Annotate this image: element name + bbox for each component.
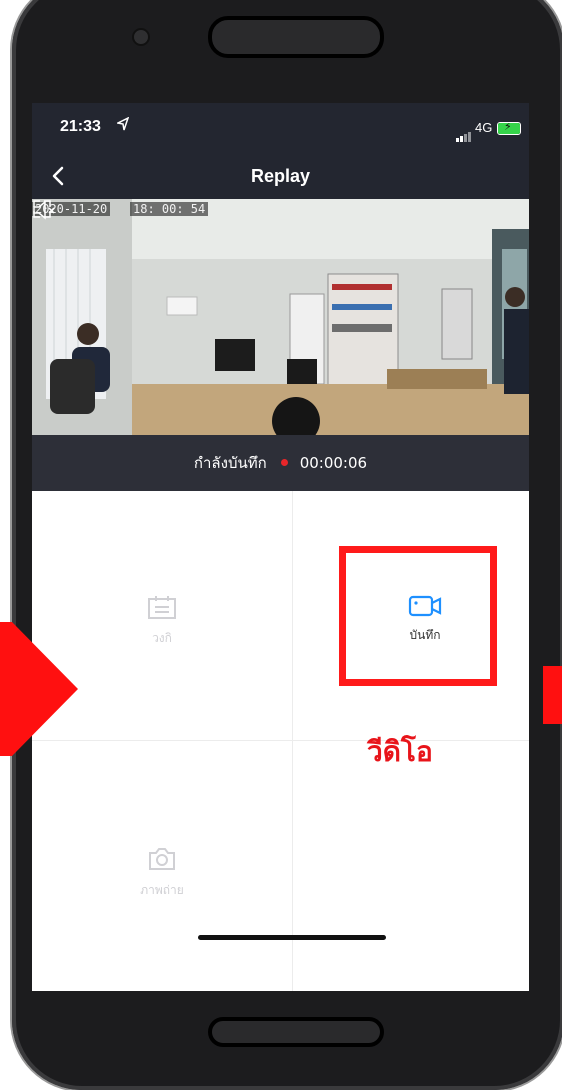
recording-dot-icon [280, 459, 288, 466]
recording-elapsed: 00:00:06 [299, 454, 368, 472]
location-arrow-icon [115, 116, 130, 135]
status-bar: 21:33 4G ⚡ [32, 103, 529, 155]
grid-divider-horizontal [32, 740, 529, 741]
nav-bar: Replay [32, 155, 529, 199]
stage: 21:33 4G ⚡ Replay 2020-11-20 18: 00: 54 … [0, 0, 562, 1090]
recording-label: กำลังบันทึก [193, 454, 267, 472]
video-player[interactable]: 2020-11-20 18: 00: 54 [32, 199, 529, 435]
status-time: 21:33 [60, 118, 101, 135]
bottom-speaker [208, 1017, 384, 1047]
signal-icon [456, 123, 472, 142]
arrow-right-icon [0, 622, 78, 756]
snapshot-button[interactable]: ภาพถ่าย [97, 846, 227, 900]
fullscreen-icon[interactable] [32, 199, 52, 219]
snapshot-label: ภาพถ่าย [140, 883, 184, 897]
highlight-box [339, 546, 497, 686]
page-title: Replay [250, 166, 311, 186]
video-time: 18: 00: 54 [130, 202, 209, 216]
camera-feed-image [32, 199, 529, 435]
clip-label: วงกิ [152, 631, 172, 645]
battery-charging-icon: ⚡ [497, 122, 521, 135]
recording-status-bar: กำลังบันทึก 00:00:06 [32, 435, 529, 491]
home-indicator[interactable] [198, 935, 386, 940]
annotation-caption: วีดิโอ [367, 735, 433, 768]
front-camera [132, 28, 150, 46]
network-type: 4G [475, 120, 493, 135]
clip-list-icon [148, 596, 176, 619]
camera-icon [149, 848, 175, 870]
earpiece-speaker [208, 16, 384, 58]
arrow-partial-icon [543, 666, 562, 724]
clip-button[interactable]: วงกิ [97, 594, 227, 648]
grid-divider-vertical [292, 491, 293, 991]
